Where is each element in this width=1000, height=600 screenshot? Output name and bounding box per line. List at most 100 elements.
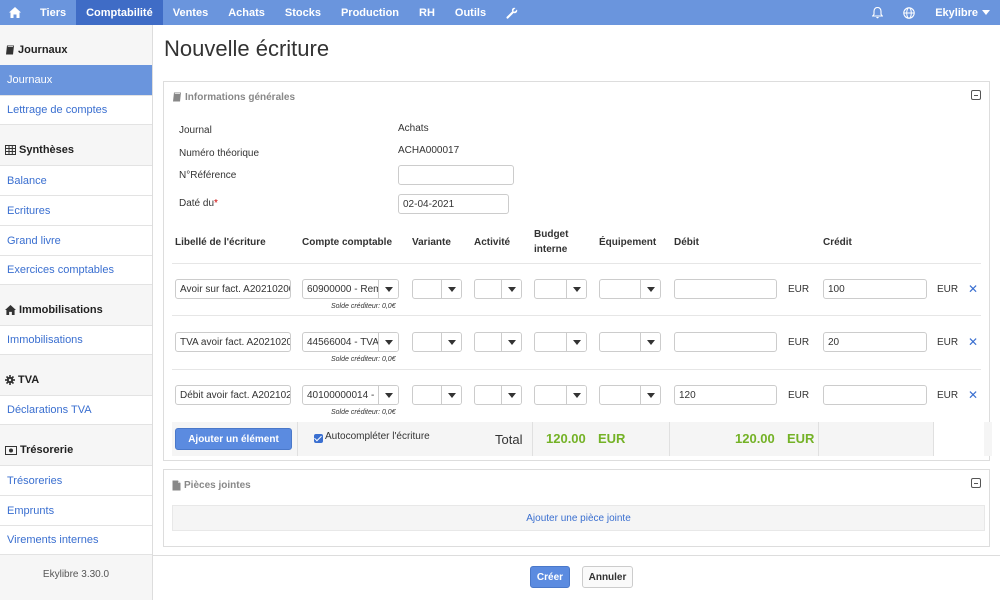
sidebar-section-syntheses: Synthèses bbox=[0, 135, 152, 165]
sidebar-item-balance[interactable]: Balance bbox=[0, 165, 152, 195]
row-budget-select[interactable] bbox=[534, 385, 587, 405]
top-navbar: Tiers Comptabilité Ventes Achats Stocks … bbox=[0, 0, 1000, 25]
row-equipment-select[interactable] bbox=[599, 385, 661, 405]
nav-rh[interactable]: RH bbox=[409, 0, 445, 25]
add-row-button[interactable]: Ajouter un élément bbox=[175, 428, 292, 450]
sidebar-item-immobilisations[interactable]: Immobilisations bbox=[0, 325, 152, 355]
table-icon bbox=[5, 145, 16, 155]
page-title: Nouvelle écriture bbox=[164, 36, 330, 61]
nav-production[interactable]: Production bbox=[331, 0, 409, 25]
row-label-input[interactable]: TVA avoir fact. A2021020 bbox=[175, 332, 291, 352]
caret-down-icon bbox=[441, 386, 461, 404]
caret-down-icon bbox=[982, 10, 990, 15]
col-budget: Budget interne bbox=[534, 229, 569, 255]
sidebar-item-tresoreries[interactable]: Trésoreries bbox=[0, 465, 152, 495]
wrench-icon[interactable] bbox=[496, 0, 528, 25]
row-variant-select[interactable] bbox=[412, 332, 462, 352]
row-credit-input[interactable]: 100 bbox=[823, 279, 927, 299]
total-debit-currency: EUR bbox=[598, 431, 626, 446]
divider bbox=[153, 555, 1000, 556]
remove-row-icon[interactable]: ✕ bbox=[968, 388, 978, 402]
caret-down-icon bbox=[378, 386, 398, 404]
home-icon[interactable] bbox=[0, 0, 30, 25]
book-icon bbox=[173, 92, 181, 102]
sidebar-section-immobilisations: Immobilisations bbox=[0, 295, 152, 325]
sidebar-item-grand-livre[interactable]: Grand livre bbox=[0, 225, 152, 255]
sidebar-item-journaux[interactable]: Journaux bbox=[0, 65, 152, 95]
row-debit-currency: EUR bbox=[788, 337, 810, 348]
remove-row-icon[interactable]: ✕ bbox=[968, 335, 978, 349]
caret-down-icon bbox=[640, 280, 660, 298]
row-activity-select[interactable] bbox=[474, 385, 522, 405]
add-attachment-link[interactable]: Ajouter une pièce jointe bbox=[172, 505, 985, 531]
row-separator bbox=[172, 263, 981, 264]
caret-down-icon bbox=[441, 280, 461, 298]
date-input[interactable]: 02-04-2021 bbox=[398, 194, 509, 214]
total-credit-currency: EUR bbox=[787, 431, 815, 446]
row-credit-input[interactable] bbox=[823, 385, 927, 405]
home-icon bbox=[5, 305, 16, 315]
row-variant-select[interactable] bbox=[412, 279, 462, 299]
row-equipment-select[interactable] bbox=[599, 332, 661, 352]
sidebar-item-lettrage[interactable]: Lettrage de comptes bbox=[0, 95, 152, 125]
bell-icon[interactable] bbox=[862, 0, 893, 25]
caret-down-icon bbox=[501, 280, 521, 298]
sidebar-item-exercices[interactable]: Exercices comptables bbox=[0, 255, 152, 285]
row-variant-select[interactable] bbox=[412, 385, 462, 405]
nav-outils[interactable]: Outils bbox=[445, 0, 496, 25]
main-content: Nouvelle écriture Informations générales… bbox=[153, 25, 1000, 600]
sidebar-item-emprunts[interactable]: Emprunts bbox=[0, 495, 152, 525]
remove-row-icon[interactable]: ✕ bbox=[968, 282, 978, 296]
row-label-input[interactable]: Débit avoir fact. A202102 bbox=[175, 385, 291, 405]
row-budget-select[interactable] bbox=[534, 279, 587, 299]
journal-label: Journal bbox=[179, 125, 212, 136]
nav-ventes[interactable]: Ventes bbox=[163, 0, 218, 25]
nav-stocks[interactable]: Stocks bbox=[275, 0, 331, 25]
autocomplete-label: Autocompléter l'écriture bbox=[325, 431, 430, 442]
row-balance-hint: Solde créditeur: 0,0€ bbox=[331, 303, 396, 310]
collapse-icon[interactable] bbox=[971, 90, 981, 100]
sidebar-item-ecritures[interactable]: Ecritures bbox=[0, 195, 152, 225]
divider bbox=[297, 422, 298, 456]
nav-tiers[interactable]: Tiers bbox=[30, 0, 76, 25]
totals-empty-cell bbox=[933, 422, 984, 456]
caret-down-icon bbox=[378, 280, 398, 298]
gear-icon bbox=[5, 375, 15, 385]
collapse-icon[interactable] bbox=[971, 478, 981, 488]
row-account-select[interactable]: 44566004 - TVA bbox=[302, 332, 399, 352]
number-value: ACHA000017 bbox=[398, 145, 460, 156]
row-debit-currency: EUR bbox=[788, 284, 810, 295]
date-label: Daté du* bbox=[179, 198, 218, 209]
row-account-select[interactable]: 60900000 - Rem bbox=[302, 279, 399, 299]
row-debit-input[interactable]: 120 bbox=[674, 385, 777, 405]
cancel-button[interactable]: Annuler bbox=[582, 566, 633, 588]
caret-down-icon bbox=[378, 333, 398, 351]
row-activity-select[interactable] bbox=[474, 279, 522, 299]
row-credit-input[interactable]: 20 bbox=[823, 332, 927, 352]
money-icon bbox=[5, 445, 17, 455]
sidebar-item-declarations-tva[interactable]: Déclarations TVA bbox=[0, 395, 152, 425]
row-credit-currency: EUR bbox=[937, 390, 959, 401]
create-button[interactable]: Créer bbox=[530, 566, 570, 588]
col-label: Libellé de l'écriture bbox=[175, 237, 266, 248]
row-activity-select[interactable] bbox=[474, 332, 522, 352]
row-debit-input[interactable] bbox=[674, 332, 777, 352]
row-account-select[interactable]: 40100000014 - I bbox=[302, 385, 399, 405]
autocomplete-checkbox[interactable] bbox=[314, 434, 323, 443]
globe-icon[interactable] bbox=[893, 0, 925, 25]
general-info-header: Informations générales bbox=[164, 82, 989, 112]
col-variant: Variante bbox=[412, 237, 451, 248]
col-activity: Activité bbox=[474, 237, 511, 248]
caret-down-icon bbox=[501, 333, 521, 351]
row-equipment-select[interactable] bbox=[599, 279, 661, 299]
nav-achats[interactable]: Achats bbox=[218, 0, 275, 25]
row-balance-hint: Solde créditeur: 0,0€ bbox=[331, 356, 396, 363]
row-budget-select[interactable] bbox=[534, 332, 587, 352]
row-debit-input[interactable] bbox=[674, 279, 777, 299]
reference-input[interactable] bbox=[398, 165, 514, 185]
row-label-input[interactable]: Avoir sur fact. A20210200 bbox=[175, 279, 291, 299]
user-menu[interactable]: Ekylibre bbox=[925, 0, 1000, 25]
sidebar-item-virements[interactable]: Virements internes bbox=[0, 525, 152, 555]
nav-comptabilite[interactable]: Comptabilité bbox=[76, 0, 163, 25]
col-debit: Débit bbox=[674, 237, 699, 248]
